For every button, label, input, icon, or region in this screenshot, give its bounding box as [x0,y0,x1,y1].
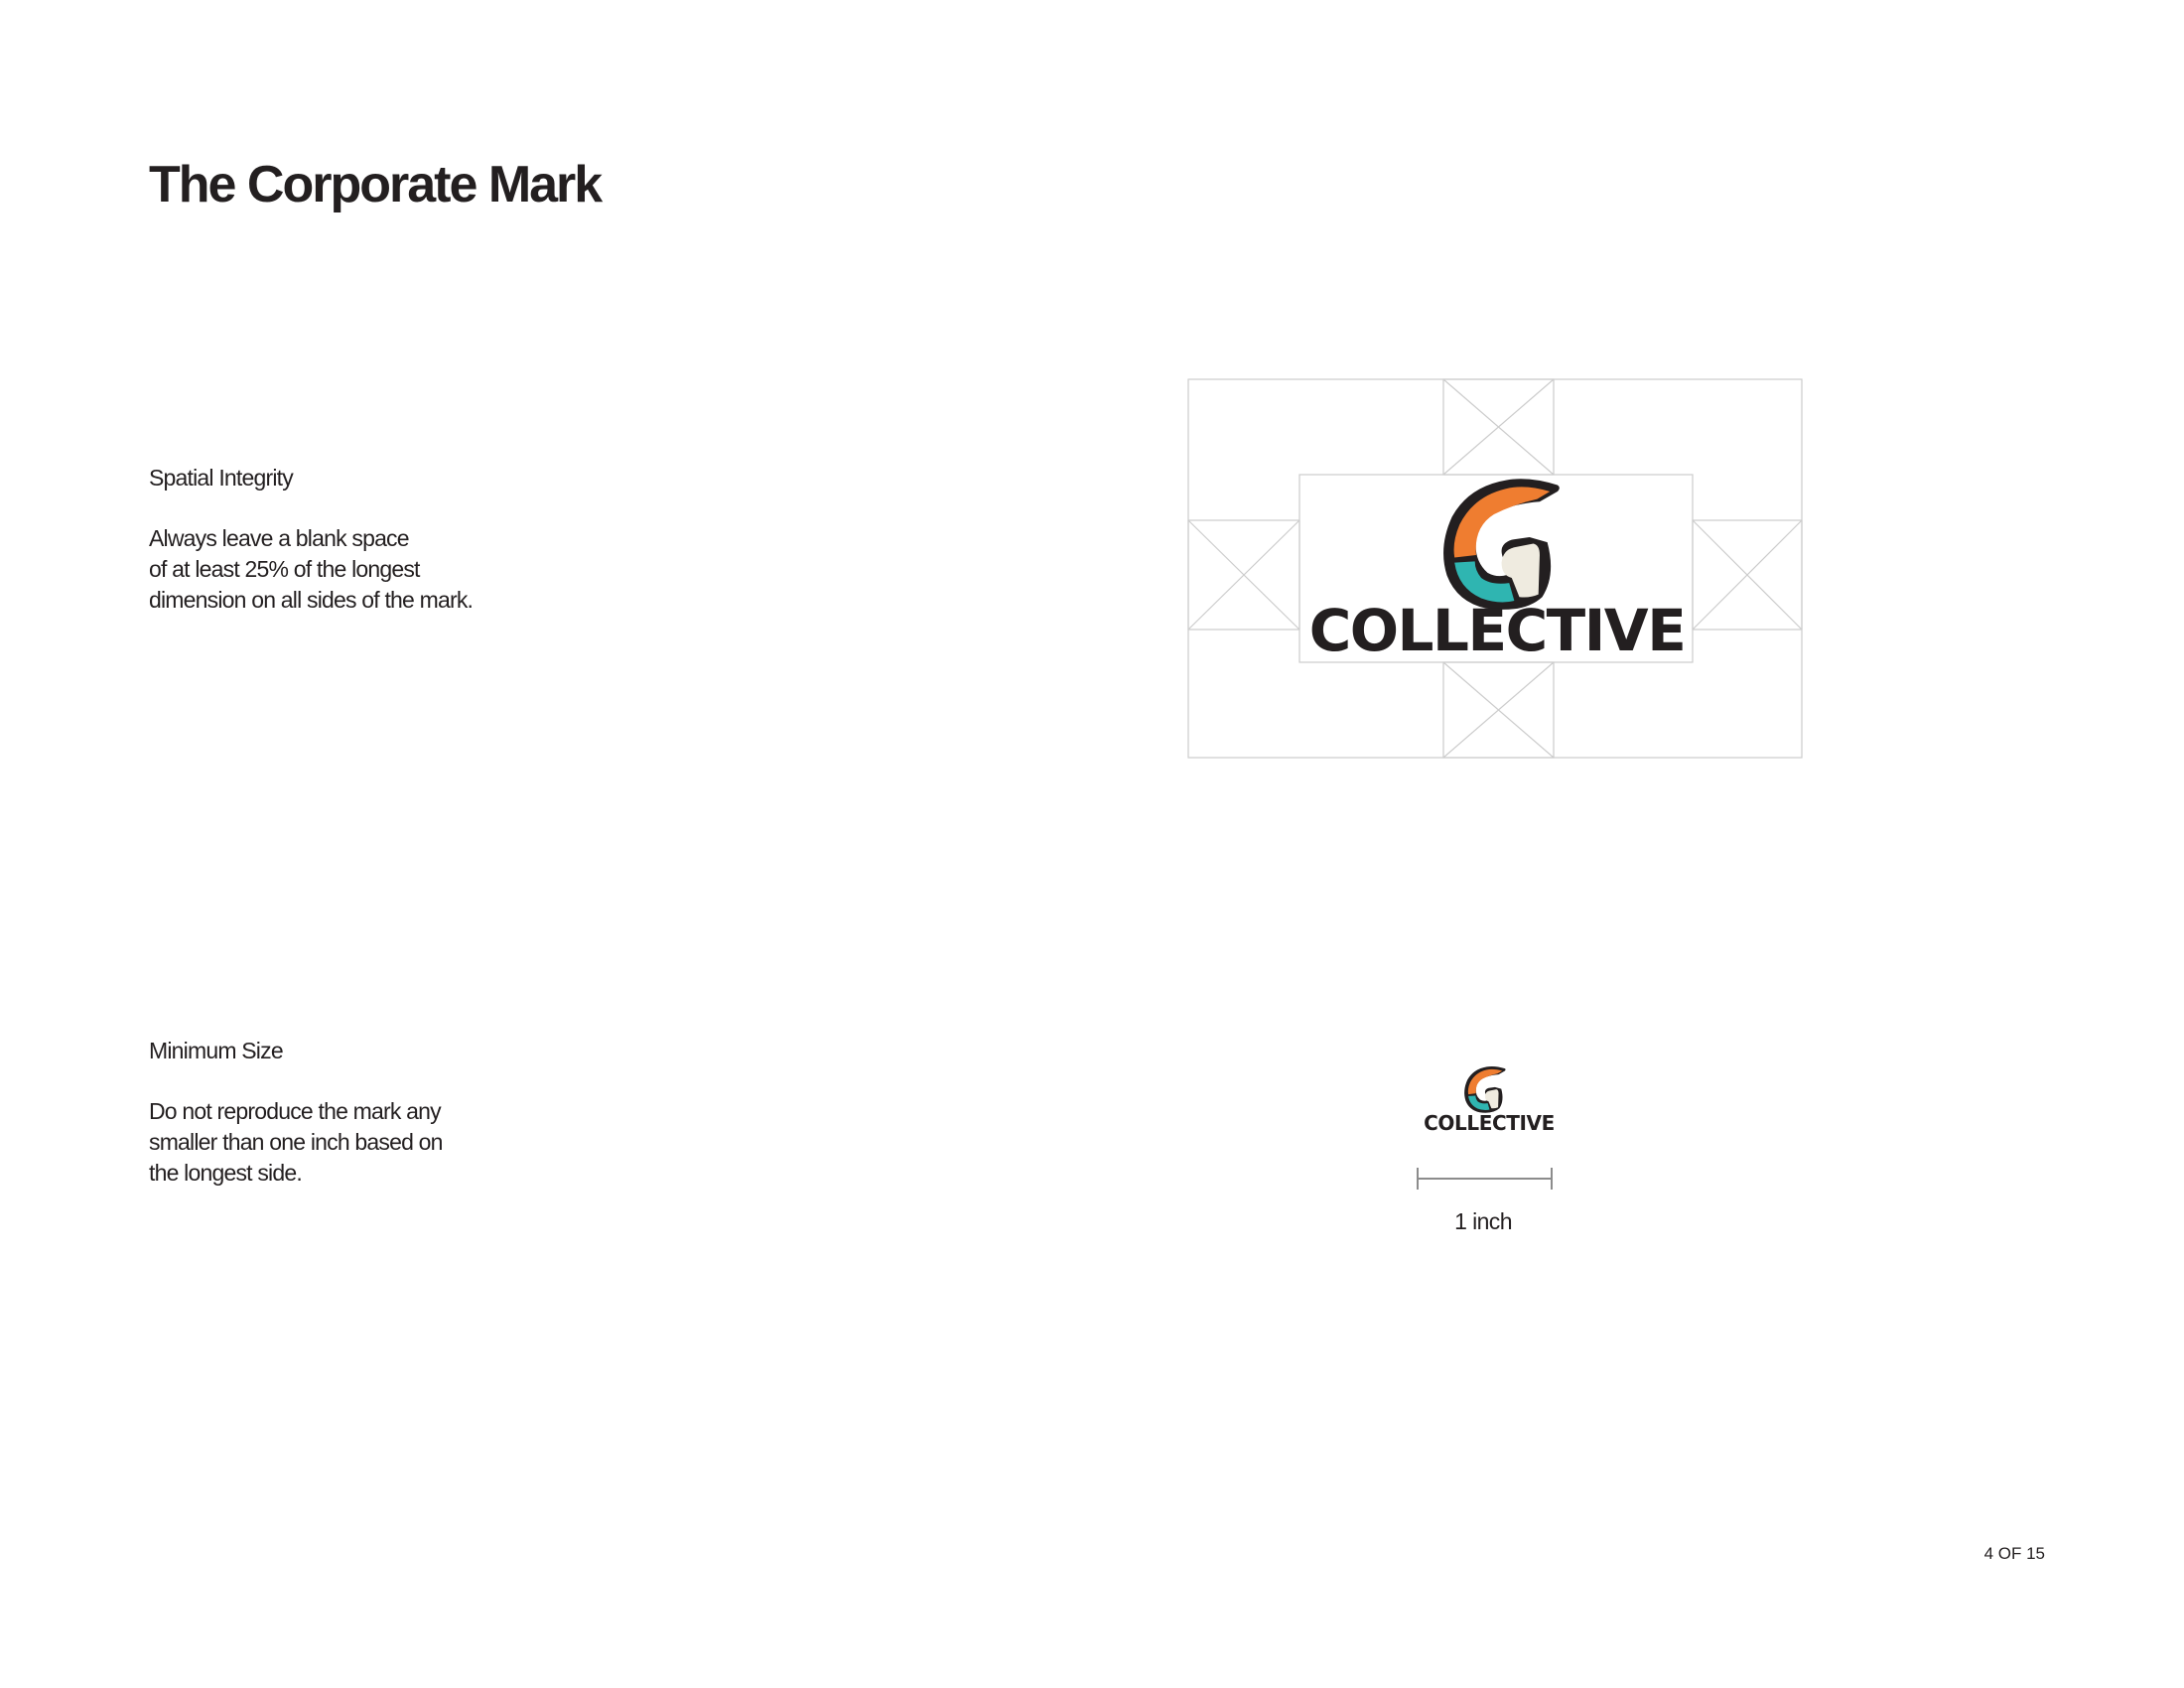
g-monogram-icon [1464,1065,1506,1113]
description-line: Always leave a blank space [149,525,410,551]
description-line: the longest side. [149,1160,303,1186]
collective-logo-minimum-size: COLLECTIVE [1410,1065,1569,1137]
g-monogram-icon [1443,479,1560,610]
page-title: The Corporate Mark [149,156,603,213]
minimum-size-description: Do not reproduce the mark any smaller th… [149,1096,443,1189]
collective-wordmark: COLLECTIVE [1308,597,1687,664]
description-line: Do not reproduce the mark any [149,1098,442,1124]
spatial-integrity-heading: Spatial Integrity [149,465,294,491]
page-number: 4 OF 15 [1983,1544,2045,1563]
description-line: smaller than one inch based on [149,1129,443,1155]
minimum-size-heading: Minimum Size [149,1038,284,1063]
description-line: dimension on all sides of the mark. [149,587,474,613]
spatial-integrity-description: Always leave a blank space of at least 2… [149,523,474,616]
description-line: of at least 25% of the longest [149,556,420,582]
collective-logo-large: COLLECTIVE [1301,476,1693,664]
collective-wordmark: COLLECTIVE [1424,1111,1555,1135]
one-inch-ruler [1417,1168,1553,1190]
ruler-label: 1 inch [1454,1208,1512,1234]
clear-space-diagram: COLLECTIVE [1187,378,1803,759]
